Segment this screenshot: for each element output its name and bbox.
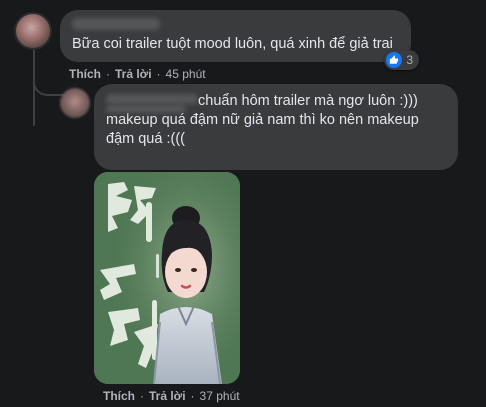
separator-dot: · [106,67,110,81]
comment-text: Bữa coi trailer tuột mood luôn, quá xinh… [72,36,393,52]
reply-button[interactable]: Trả lời [149,389,186,403]
reply-text-line-3: đậm quá :((( [106,131,185,147]
reply-avatar[interactable] [60,88,90,118]
poster-illustration [94,172,240,384]
timestamp[interactable]: 45 phút [166,67,206,81]
reply-text-line-2: makeup quá đậm nữ giả nam thì ko nên mak… [106,112,419,128]
attached-image[interactable] [94,172,240,384]
reaction-count: 3 [406,53,413,67]
avatar[interactable] [14,12,52,50]
author-name-redacted[interactable] [72,18,160,30]
comment-bubble: Bữa coi trailer tuột mood luôn, quá xinh… [60,10,419,70]
separator-dot: · [190,389,195,403]
reply-actions: Thích · Trả lời · 37 phút [103,389,240,403]
like-button[interactable]: Thích [69,67,101,81]
like-icon [386,52,403,68]
separator-dot: · [156,67,161,81]
reaction-summary[interactable]: 3 [384,50,419,70]
reply-text-line-1: chuẩn hôm trailer mà ngơ luôn :))) [198,93,418,109]
like-button[interactable]: Thích [103,389,135,403]
author-name-redacted-2 [106,105,186,113]
reply-bubble: chuẩn hôm trailer mà ngơ luôn :))) makeu… [94,84,458,170]
separator-dot: · [140,389,144,403]
author-name-redacted[interactable] [106,94,198,104]
comment-actions: Thích · Trả lời · 45 phút [69,67,206,81]
timestamp[interactable]: 37 phút [200,389,240,403]
reply-button[interactable]: Trả lời [115,67,152,81]
thread-connector [33,60,65,96]
